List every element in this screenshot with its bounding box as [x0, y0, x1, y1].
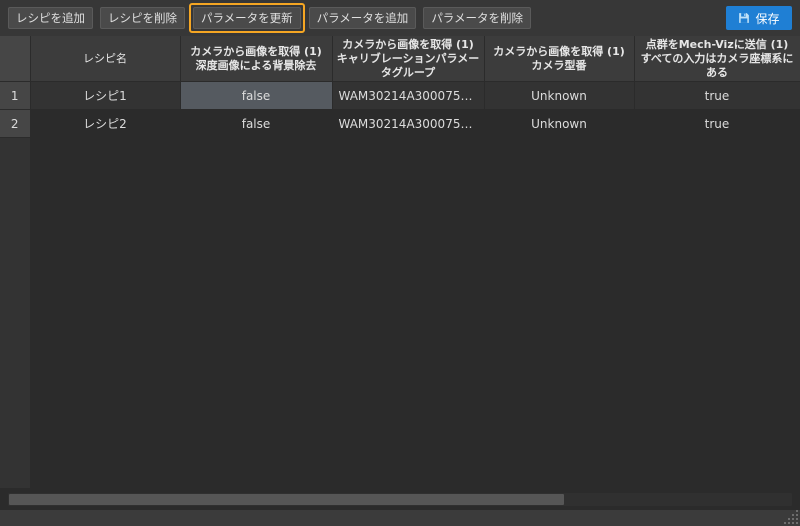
delete-recipe-button[interactable]: レシピを削除 — [100, 7, 185, 29]
column-header-line1-4: 点群をMech-Vizに送信 (1) — [645, 38, 789, 51]
table-corner-header[interactable] — [0, 36, 31, 83]
update-parameter-button[interactable]: パラメータを更新 — [193, 7, 301, 29]
column-header-line2-2: キャリブレーションパラメータグループ — [336, 51, 480, 79]
window-bottom-strip — [0, 510, 800, 526]
add-parameter-button-wrapper: パラメータを追加 — [308, 7, 417, 29]
table-cell[interactable]: WAM30214A3000752-... — [332, 81, 485, 111]
row-number-cell[interactable]: 1 — [0, 81, 31, 111]
table-cell[interactable]: Unknown — [484, 109, 635, 139]
table-cell[interactable]: true — [634, 81, 800, 111]
row-number-cell[interactable]: 2 — [0, 109, 31, 139]
column-header-line1-3: カメラから画像を取得 (1) — [493, 44, 625, 58]
table-row[interactable]: 1 レシピ1 false WAM30214A3000752-... Unknown tru… — [0, 81, 800, 111]
column-header-4[interactable]: 点群をMech-Vizに送信 (1) すべての入力はカメラ座標系にある — [634, 36, 800, 83]
column-header-0[interactable]: レシピ名 — [30, 36, 181, 83]
table-cell[interactable]: レシピ1 — [30, 81, 181, 111]
table-header: レシピ名 カメラから画像を取得 (1) 深度画像による背景除去 カメラから画像を取得 … — [0, 36, 800, 83]
delete-parameter-button-wrapper: パラメータを削除 — [423, 7, 531, 29]
save-button-label: 保存 — [755, 11, 780, 26]
update-parameter-button-wrapper: パラメータを更新 — [189, 3, 305, 33]
delete-parameter-button[interactable]: パラメータを削除 — [423, 7, 531, 29]
column-header-line1-1: カメラから画像を取得 (1) — [190, 44, 322, 58]
table-cell[interactable]: false — [180, 81, 333, 111]
column-header-3[interactable]: カメラから画像を取得 (1) カメラ型番 — [484, 36, 635, 83]
add-parameter-button[interactable]: パラメータを追加 — [308, 7, 417, 29]
column-header-line2-4: すべての入力はカメラ座標系にある — [640, 51, 794, 79]
resize-grip-icon[interactable] — [784, 510, 798, 524]
table-header-row: レシピ名 カメラから画像を取得 (1) 深度画像による背景除去 カメラから画像を取得 … — [0, 36, 800, 83]
delete-recipe-button-wrapper: レシピを削除 — [100, 7, 185, 29]
table-cell[interactable]: false — [180, 109, 333, 139]
horizontal-scrollbar[interactable] — [0, 488, 800, 510]
parameter-table-area: レシピ名 カメラから画像を取得 (1) 深度画像による背景除去 カメラから画像を取得 … — [0, 36, 800, 488]
table-cell[interactable]: WAM30214A3000752-... — [332, 109, 485, 139]
table-body: 1 レシピ1 false WAM30214A3000752-... Unknown tru… — [0, 81, 800, 139]
column-header-line2-3: カメラ型番 — [531, 58, 587, 72]
column-header-1[interactable]: カメラから画像を取得 (1) 深度画像による背景除去 — [180, 36, 333, 83]
column-header-line2-1: 深度画像による背景除去 — [195, 58, 317, 72]
add-recipe-button[interactable]: レシピを追加 — [8, 7, 93, 29]
toolbar-button-group: レシピを追加 レシピを削除 パラメータを更新 パラメータを追加 パラメータを削除 — [8, 3, 531, 33]
column-header-2[interactable]: カメラから画像を取得 (1) キャリブレーションパラメータグループ — [332, 36, 485, 83]
recipe-parameter-window: レシピを追加 レシピを削除 パラメータを更新 パラメータを追加 パラメータを削除 保存 — [0, 0, 800, 526]
table-cell[interactable]: Unknown — [484, 81, 635, 111]
save-floppy-icon — [738, 12, 750, 24]
add-recipe-button-wrapper: レシピを追加 — [8, 7, 93, 29]
column-header-line1-2: カメラから画像を取得 (1) — [342, 38, 474, 51]
table-row[interactable]: 2 レシピ2 false WAM30214A3000752-... Unknown tru… — [0, 109, 800, 139]
parameter-table[interactable]: レシピ名 カメラから画像を取得 (1) 深度画像による背景除去 カメラから画像を取得 … — [0, 36, 800, 139]
toolbar: レシピを追加 レシピを削除 パラメータを更新 パラメータを追加 パラメータを削除 保存 — [0, 0, 800, 36]
table-cell[interactable]: true — [634, 109, 800, 139]
save-button[interactable]: 保存 — [726, 6, 792, 30]
scrollbar-thumb[interactable] — [9, 494, 564, 505]
column-header-label-0: レシピ名 — [83, 51, 127, 65]
table-cell[interactable]: レシピ2 — [30, 109, 181, 139]
